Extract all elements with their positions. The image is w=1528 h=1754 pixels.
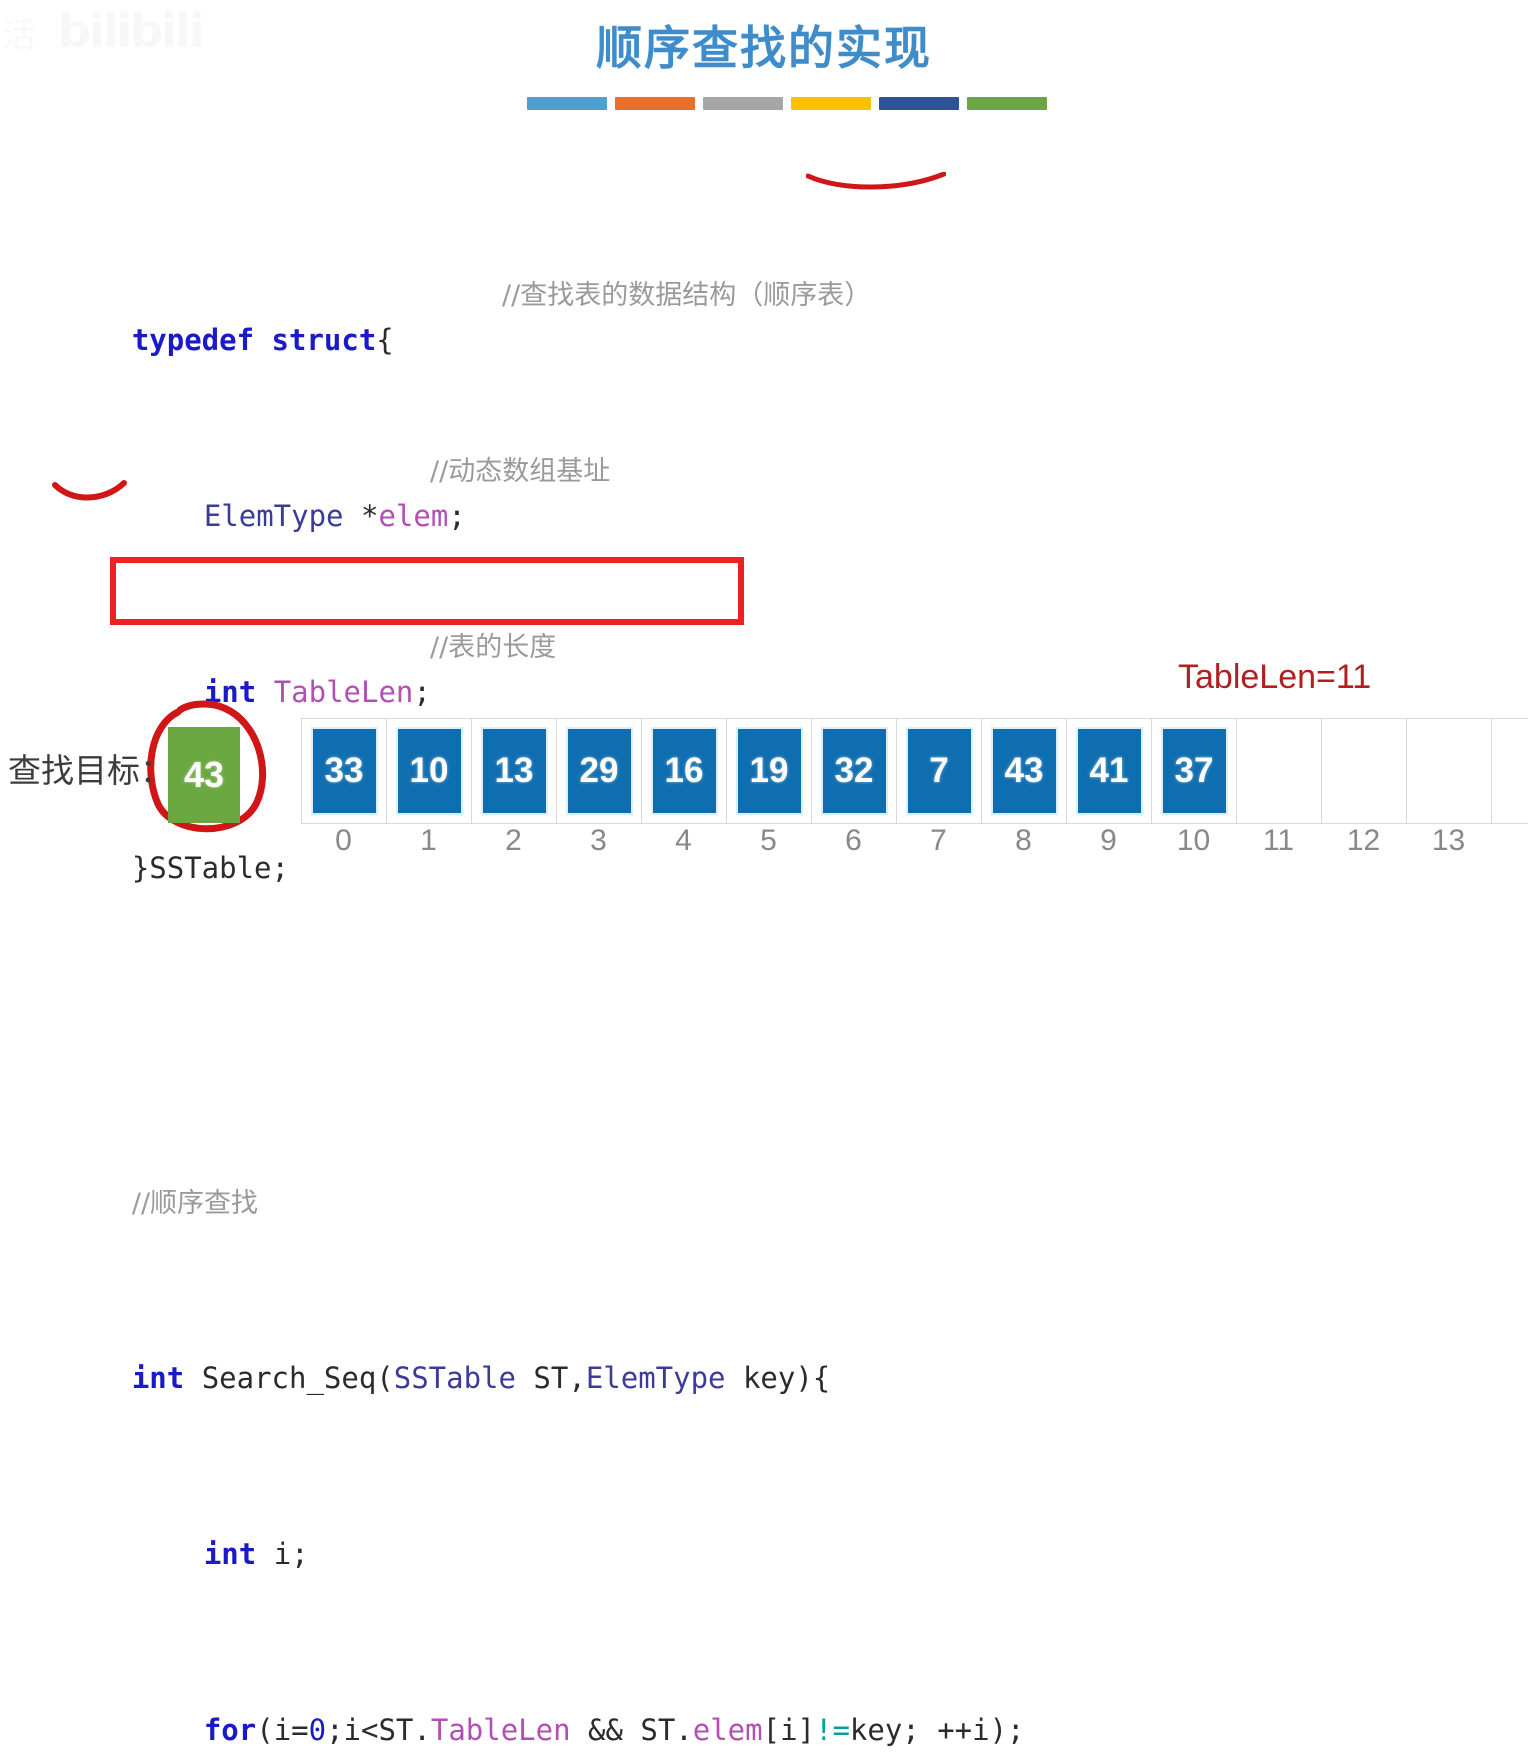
array-cell: 41 (1066, 718, 1151, 824)
array-index-label: 6 (845, 824, 862, 857)
array-index-label: 11 (1262, 824, 1295, 857)
type-elemtype-2: ElemType (585, 1361, 726, 1395)
array-cell: 37 (1151, 718, 1236, 824)
function-name-search-seq: Search_Seq( (184, 1361, 394, 1395)
for-cond-b: && ST. (570, 1713, 693, 1747)
array-index-label: 10 (1176, 824, 1211, 857)
array-cell-value: 32 (820, 727, 888, 815)
search-target-value-box: 43 (168, 727, 240, 823)
array-index-label: 2 (505, 824, 522, 857)
array-index-label: 12 (1346, 824, 1381, 857)
literal-zero: 0 (308, 1713, 327, 1747)
array-cell (1406, 718, 1491, 824)
array-index-label (1491, 824, 1528, 858)
array-cell-value: 16 (650, 727, 718, 815)
array-cell: 16 (641, 718, 726, 824)
array-cell-value: 13 (480, 727, 548, 815)
array-cell-value: 29 (565, 727, 633, 815)
array-cell (1491, 718, 1528, 824)
array-cell: 32 (811, 718, 896, 824)
array-cell: 7 (896, 718, 981, 824)
code-block: typedef struct{ //查找表的数据结构（顺序表） ElemType… (62, 142, 1162, 1754)
array-cell: 13 (471, 718, 556, 824)
array-cell-value: 37 (1160, 727, 1228, 815)
code-line-3: int TableLen; //表的长度 (62, 626, 1162, 709)
accent-bar-gray (703, 97, 783, 110)
comment-tablelen: //表的长度 (430, 632, 557, 663)
for-tail: key; ++i); (849, 1713, 1025, 1747)
member-tablelen-1: TableLen (430, 1713, 571, 1747)
comment-struct: //查找表的数据结构（顺序表） (502, 280, 872, 311)
array-cells: 33 10 13 29 16 19 32 7 43 41 37 (301, 718, 1528, 824)
array-cell: 10 (386, 718, 471, 824)
accent-bar-navy (879, 97, 959, 110)
array-index-label: 1 (420, 824, 437, 857)
semicolon-1: ; (448, 499, 466, 533)
operator-not-equal: != (815, 1713, 850, 1747)
code-line-8: for(i=0;i<ST.TableLen && ST.elem[i]!=key… (62, 1664, 1162, 1747)
array-index-label: 7 (930, 824, 947, 857)
array-index-label: 0 (335, 824, 352, 857)
accent-bar-green (967, 97, 1047, 110)
accent-bar-yellow (791, 97, 871, 110)
pointer-star: * (343, 499, 379, 533)
for-init: (i= (256, 1713, 309, 1747)
array-index-label: 4 (675, 824, 692, 857)
keyword-int-1: int (203, 675, 257, 709)
array-index-label: 8 (1015, 824, 1032, 857)
keyword-typedef-struct: typedef struct (131, 323, 377, 357)
param-key: key){ (725, 1361, 831, 1395)
array-cell-value: 33 (310, 727, 378, 815)
comment-seq-search: //顺序查找 (131, 1188, 259, 1219)
keyword-int-3: int (203, 1537, 257, 1571)
array-cell: 43 (981, 718, 1066, 824)
code-line-7: int i; (62, 1488, 1162, 1571)
array-cell: 19 (726, 718, 811, 824)
title-accent-bars (527, 97, 1047, 110)
array-cell-value: 19 (735, 727, 803, 815)
array-cell-value: 43 (990, 727, 1058, 815)
type-elemtype: ElemType (203, 499, 344, 533)
variable-i-decl: i; (256, 1537, 309, 1571)
code-line-2: ElemType *elem; //动态数组基址 (62, 450, 1162, 533)
brace-open: { (376, 323, 394, 357)
code-line-5: //顺序查找 (62, 1136, 1162, 1219)
comment-elem: //动态数组基址 (430, 456, 611, 487)
array-index-label: 5 (760, 824, 777, 857)
semicolon-2: ; (413, 675, 431, 709)
field-tablelen: TableLen (256, 675, 414, 709)
search-target-label: 查找目标： (8, 751, 173, 790)
param-st: ST, (515, 1361, 586, 1395)
tablelen-annotation-label: TableLen=11 (1178, 658, 1372, 696)
accent-bar-orange (615, 97, 695, 110)
field-elem: elem (378, 499, 449, 533)
array-index-label: 3 (590, 824, 607, 857)
struct-name-sstable: }SSTable; (131, 851, 289, 885)
array-index-labels: 0 1 2 3 4 5 6 7 8 9 10 11 12 13 (301, 824, 1528, 858)
keyword-for: for (203, 1713, 257, 1747)
for-cond-a: ;i<ST. (326, 1713, 431, 1747)
array-index-label: 9 (1100, 824, 1117, 857)
code-line-1: typedef struct{ //查找表的数据结构（顺序表） (62, 274, 1162, 357)
array-cell-value: 7 (905, 727, 973, 815)
array-cell: 29 (556, 718, 641, 824)
member-elem: elem (692, 1713, 763, 1747)
type-sstable: SSTable (393, 1361, 516, 1395)
code-line-6: int Search_Seq(SSTable ST,ElemType key){ (62, 1312, 1162, 1395)
array-cell (1321, 718, 1406, 824)
array-cell-value: 41 (1075, 727, 1143, 815)
array-cell: 33 (301, 718, 386, 824)
array-cell-value: 10 (395, 727, 463, 815)
array-index-label: 13 (1431, 824, 1466, 857)
page-title: 顺序查找的实现 (596, 21, 932, 75)
search-target-row: 查找目标： (8, 744, 173, 792)
index-bracket: [i] (762, 1713, 815, 1747)
accent-bar-blue (527, 97, 607, 110)
array-cell (1236, 718, 1321, 824)
keyword-int-2: int (131, 1361, 185, 1395)
